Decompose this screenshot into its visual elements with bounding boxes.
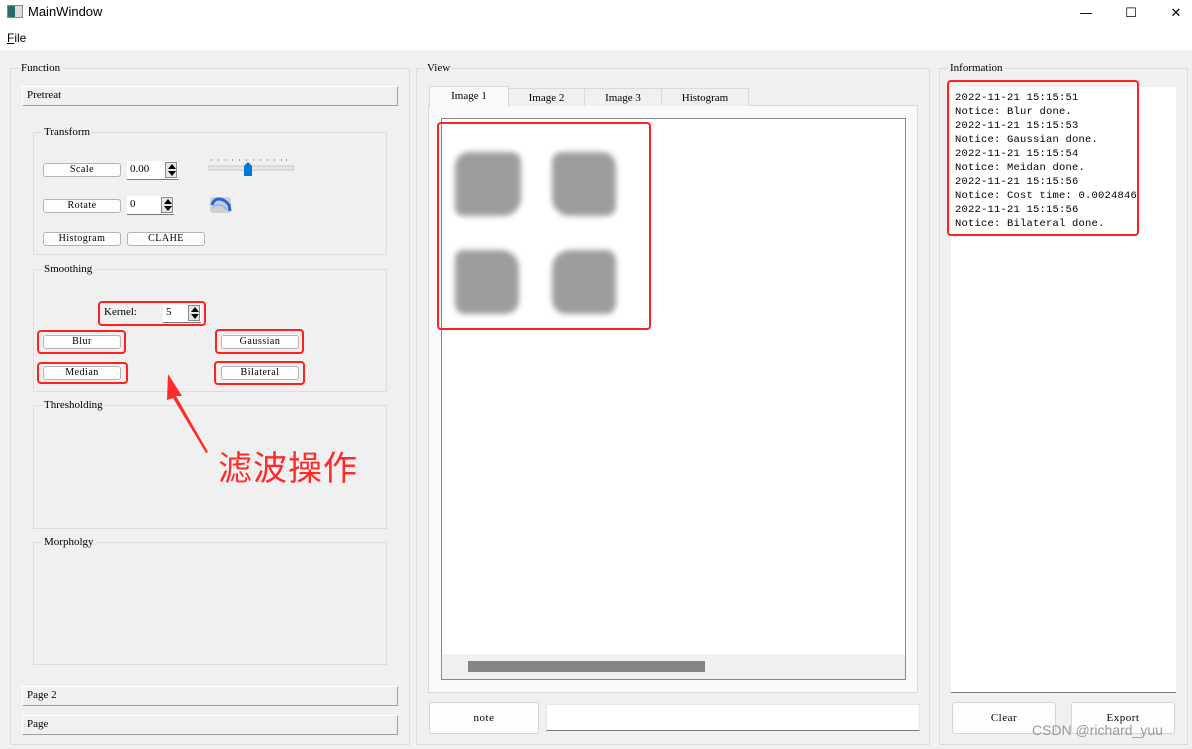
watermark: CSDN @richard_yuu: [1032, 722, 1163, 738]
slider-handle[interactable]: [243, 162, 253, 176]
window-title: MainWindow: [28, 4, 103, 19]
close-icon: ✕: [1170, 5, 1182, 21]
thresholding-group-title: Thresholding: [42, 398, 105, 412]
filtered-image: [443, 120, 623, 325]
log-line: 2022-11-21 15:15:53: [955, 120, 1079, 132]
blur-button[interactable]: Blur: [43, 335, 121, 349]
scale-slider[interactable]: [207, 155, 296, 177]
tab-image-3[interactable]: Image 3: [584, 88, 662, 106]
log-line: Notice: Cost time: 0.0024846: [955, 190, 1138, 202]
kernel-label: Kernel:: [104, 306, 137, 318]
image-view[interactable]: [441, 118, 906, 680]
scale-value: 0.00: [130, 163, 150, 175]
log-line: Notice: Gaussian done.: [955, 134, 1099, 146]
horizontal-scrollbar[interactable]: [442, 654, 905, 679]
title-bar: MainWindow — ☐ ✕: [0, 0, 1192, 26]
tab-histogram[interactable]: Histogram: [661, 88, 749, 106]
tab-image-1[interactable]: Image 1: [429, 86, 509, 107]
annotation-text: 滤波操作: [218, 449, 358, 489]
function-group-title: Function: [19, 61, 63, 75]
log-line: 2022-11-21 15:15:56: [955, 204, 1079, 216]
toolbox-page-tab[interactable]: Page: [22, 715, 398, 735]
toolbox-page2-tab[interactable]: Page 2: [22, 686, 398, 706]
bilateral-button[interactable]: Bilateral: [221, 366, 299, 380]
menu-file[interactable]: File: [7, 31, 26, 45]
log-line: 2022-11-21 15:15:54: [955, 148, 1079, 160]
kernel-spinbox[interactable]: 5: [163, 304, 201, 323]
maximize-button[interactable]: ☐: [1108, 0, 1154, 26]
scrollbar-thumb[interactable]: [468, 661, 705, 672]
note-button[interactable]: note: [429, 702, 539, 734]
tab-image-2[interactable]: Image 2: [508, 88, 585, 106]
clahe-button[interactable]: CLAHE: [127, 232, 205, 246]
log-line: Notice: Bilateral done.: [955, 218, 1105, 230]
log-line: Notice: Meidan done.: [955, 162, 1086, 174]
log-line: Notice: Blur done.: [955, 106, 1073, 118]
spin-arrows-icon[interactable]: [188, 305, 200, 321]
smoothing-group-title: Smoothing: [42, 262, 95, 276]
maximize-icon: ☐: [1125, 5, 1137, 21]
minimize-icon: —: [1079, 5, 1093, 21]
image-blob: [455, 250, 519, 314]
spin-arrows-icon[interactable]: [161, 197, 173, 213]
information-group-title: Information: [948, 61, 1005, 75]
gaussian-button[interactable]: Gaussian: [221, 335, 299, 349]
kernel-value: 5: [166, 306, 172, 318]
scale-spinbox[interactable]: 0.00: [127, 161, 178, 180]
app-icon: [7, 5, 23, 18]
image-blob: [455, 152, 521, 216]
median-button[interactable]: Median: [43, 366, 121, 380]
menu-bar: File: [0, 26, 1192, 50]
view-group-title: View: [425, 61, 453, 75]
spin-arrows-icon[interactable]: [165, 162, 177, 178]
rotate-value: 0: [130, 198, 136, 210]
close-button[interactable]: ✕: [1153, 0, 1192, 26]
histogram-button[interactable]: Histogram: [43, 232, 121, 246]
rotate-spinbox[interactable]: 0: [127, 196, 174, 215]
note-input[interactable]: [546, 704, 920, 731]
image-blob: [552, 250, 616, 314]
info-log[interactable]: 2022-11-21 15:15:51 Notice: Blur done. 2…: [951, 87, 1176, 693]
toolbox-pretreat-tab[interactable]: Pretreat: [22, 86, 398, 106]
annotation-arrow-icon: [167, 374, 208, 453]
rotate-arrow-icon[interactable]: [209, 195, 233, 215]
rotate-button[interactable]: Rotate: [43, 199, 121, 213]
morphology-group-title: Morpholgy: [42, 535, 96, 549]
transform-group-title: Transform: [42, 125, 93, 139]
log-line: 2022-11-21 15:15:56: [955, 176, 1079, 188]
minimize-button[interactable]: —: [1063, 0, 1109, 26]
scale-button[interactable]: Scale: [43, 163, 121, 177]
log-line: 2022-11-21 15:15:51: [955, 92, 1079, 104]
morphology-group: Morpholgy: [33, 535, 387, 665]
image-blob: [552, 152, 616, 216]
